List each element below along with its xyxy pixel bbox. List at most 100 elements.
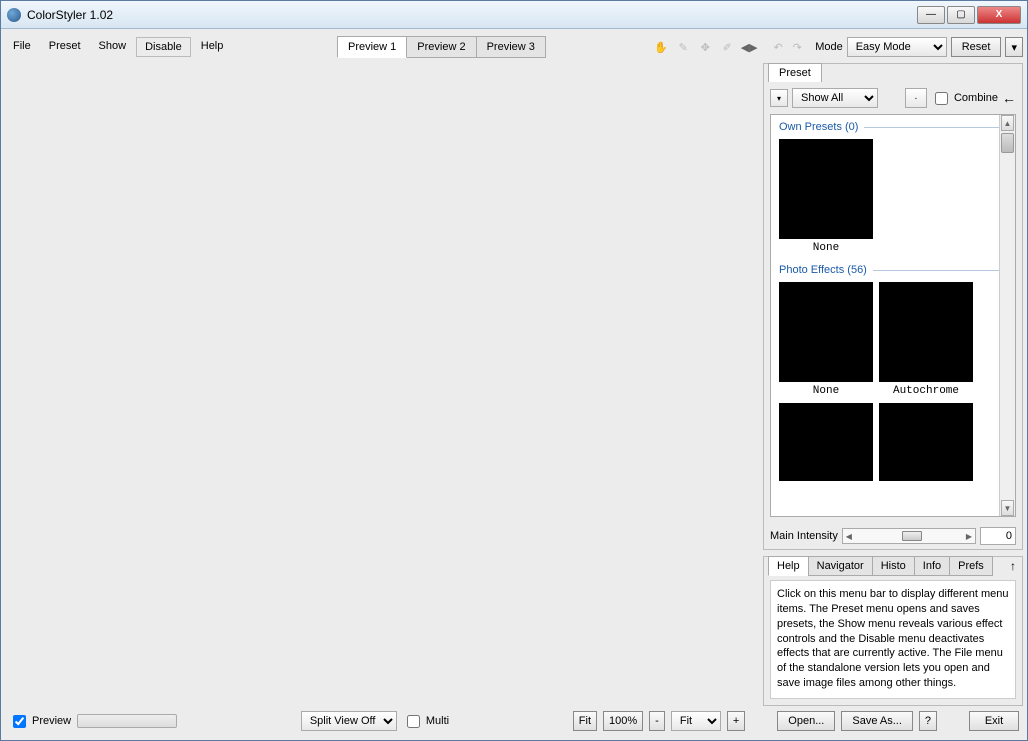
splitview-select[interactable]: Split View Off: [301, 711, 397, 731]
close-button[interactable]: X: [977, 6, 1021, 24]
tab-navigator[interactable]: Navigator: [808, 556, 873, 576]
preset-thumb-none[interactable]: None: [779, 282, 873, 397]
mode-controls: ↶ ↷ Mode Easy Mode Reset ▾: [770, 37, 1023, 57]
thumb-label: Autochrome: [893, 385, 959, 397]
mode-select[interactable]: Easy Mode: [847, 37, 947, 57]
thumb-image: [879, 403, 973, 481]
multi-checkbox[interactable]: [407, 715, 420, 728]
tab-preview-3[interactable]: Preview 3: [476, 36, 546, 58]
tab-preview-1[interactable]: Preview 1: [337, 36, 407, 58]
middle-area: Preset ▾ Show All · Combine ←: [5, 63, 1023, 706]
panel-up-arrow-icon[interactable]: ↑: [1010, 559, 1016, 573]
thumb-image: [779, 139, 873, 239]
combine-checkbox-wrap[interactable]: Combine: [931, 89, 998, 108]
zoom-in-button[interactable]: +: [727, 711, 745, 731]
favorite-button[interactable]: ·: [905, 88, 927, 108]
hand-tool-icon[interactable]: ✋: [652, 38, 670, 56]
preset-thumb-partial-1[interactable]: [779, 403, 873, 481]
thumb-image: [879, 282, 973, 382]
window-title: ColorStyler 1.02: [27, 8, 917, 22]
brush-icon[interactable]: ✐: [718, 38, 736, 56]
preset-tabbar: Preset: [764, 64, 1022, 82]
preset-filter-select[interactable]: Show All: [792, 88, 878, 108]
menu-bar: File Preset Show Disable Help: [5, 37, 231, 57]
menu-disable[interactable]: Disable: [136, 37, 191, 57]
help-button[interactable]: ?: [919, 711, 937, 731]
help-text: Click on this menu bar to display differ…: [770, 580, 1016, 699]
menu-file[interactable]: File: [5, 37, 39, 57]
eyedropper-icon[interactable]: ✎: [674, 38, 692, 56]
tab-info[interactable]: Info: [914, 556, 950, 576]
client-area: File Preset Show Disable Help Preview 1 …: [1, 29, 1027, 740]
preset-thumb-autochrome[interactable]: Autochrome: [879, 282, 973, 397]
help-panel: Help Navigator Histo Info Prefs ↑ Click …: [763, 556, 1023, 706]
help-tabs: Help Navigator Histo Info Prefs ↑: [768, 556, 1022, 576]
top-row: File Preset Show Disable Help Preview 1 …: [5, 33, 1023, 61]
zoom-select[interactable]: Fit: [671, 711, 721, 731]
compare-icon[interactable]: ◀▶: [740, 38, 758, 56]
slider-left-icon[interactable]: ◀: [843, 532, 855, 541]
scroll-down-icon[interactable]: ▼: [1001, 500, 1014, 516]
intensity-row: Main Intensity ◀ ▶: [764, 523, 1022, 549]
titlebar: ColorStyler 1.02 — ▢ X: [1, 1, 1027, 29]
canvas-tools: ✋ ✎ ✥ ✐ ◀▶: [652, 38, 758, 56]
preview-canvas[interactable]: [5, 63, 759, 706]
menu-show[interactable]: Show: [91, 37, 135, 57]
multi-label: Multi: [426, 715, 449, 727]
intensity-value[interactable]: [980, 527, 1016, 545]
preset-scrollbar[interactable]: ▲ ▼: [999, 115, 1015, 516]
reset-button[interactable]: Reset: [951, 37, 1002, 57]
right-panel: Preset ▾ Show All · Combine ←: [763, 63, 1023, 706]
combine-checkbox[interactable]: [935, 92, 948, 105]
combine-label: Combine: [954, 92, 998, 104]
maximize-button[interactable]: ▢: [947, 6, 975, 24]
zoom-out-button[interactable]: -: [649, 711, 665, 731]
reset-dropdown[interactable]: ▾: [1005, 37, 1023, 57]
group-own-thumbs: None: [771, 135, 1015, 258]
preset-thumb-partial-2[interactable]: [879, 403, 973, 481]
mode-label: Mode: [815, 41, 843, 53]
slider-thumb[interactable]: [902, 531, 922, 541]
fit-button[interactable]: Fit: [573, 711, 597, 731]
thumb-image: [779, 403, 873, 481]
thumb-label: None: [813, 242, 839, 254]
group-photo-effects[interactable]: Photo Effects (56): [771, 258, 1015, 278]
bottom-row: Preview Split View Off Multi Fit 100% - …: [5, 706, 1023, 736]
open-button[interactable]: Open...: [777, 711, 835, 731]
preset-list: ▲ ▼ Own Presets (0) None Photo Effects (…: [770, 114, 1016, 517]
preset-menu-dropdown[interactable]: ▾: [770, 89, 788, 107]
back-arrow-icon[interactable]: ←: [1002, 90, 1016, 106]
tab-histo[interactable]: Histo: [872, 556, 915, 576]
preview-checkbox-wrap[interactable]: Preview: [9, 712, 71, 731]
undo-icon[interactable]: ↶: [770, 39, 786, 55]
intensity-slider[interactable]: ◀ ▶: [842, 528, 976, 544]
group-own-presets[interactable]: Own Presets (0): [771, 115, 1015, 135]
tab-help[interactable]: Help: [768, 556, 809, 576]
menu-help[interactable]: Help: [193, 37, 232, 57]
thumb-image: [779, 282, 873, 382]
redo-icon[interactable]: ↷: [789, 39, 805, 55]
move-icon[interactable]: ✥: [696, 38, 714, 56]
window-buttons: — ▢ X: [917, 6, 1021, 24]
multi-checkbox-wrap[interactable]: Multi: [403, 712, 449, 731]
scroll-thumb[interactable]: [1001, 133, 1014, 153]
preset-thumb-none-own[interactable]: None: [779, 139, 873, 254]
intensity-label: Main Intensity: [770, 530, 838, 542]
scroll-up-icon[interactable]: ▲: [1001, 115, 1014, 131]
tab-preset[interactable]: Preset: [768, 63, 822, 82]
menu-preset[interactable]: Preset: [41, 37, 89, 57]
zoom-button[interactable]: 100%: [603, 711, 643, 731]
exit-button[interactable]: Exit: [969, 711, 1019, 731]
app-icon: [7, 8, 21, 22]
tab-prefs[interactable]: Prefs: [949, 556, 993, 576]
app-window: ColorStyler 1.02 — ▢ X File Preset Show …: [0, 0, 1028, 741]
group-photo-thumbs: None Autochrome: [771, 278, 1015, 485]
tab-preview-2[interactable]: Preview 2: [406, 36, 476, 58]
save-as-button[interactable]: Save As...: [841, 711, 913, 731]
slider-right-icon[interactable]: ▶: [963, 532, 975, 541]
progress-bar: [77, 714, 177, 728]
preview-checkbox[interactable]: [13, 715, 26, 728]
preview-tabs: Preview 1 Preview 2 Preview 3: [337, 36, 545, 58]
preview-label: Preview: [32, 715, 71, 727]
minimize-button[interactable]: —: [917, 6, 945, 24]
